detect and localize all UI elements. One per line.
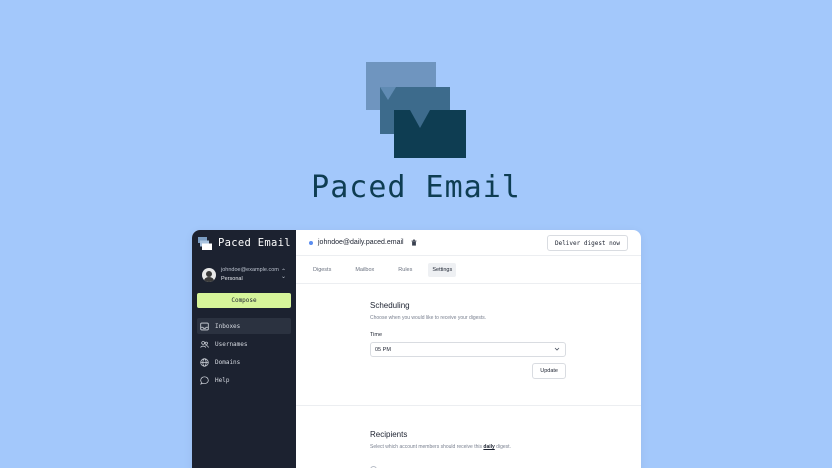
account-switcher[interactable]: johndoe@example.com Personal ⌃ ⌄ [192,265,296,285]
main-panel: johndoe@daily.paced.email Deliver digest… [296,230,641,468]
scheduling-description: Choose when you would like to receive yo… [370,315,487,321]
help-bubble-icon [200,375,209,385]
tab-bar: Digests Mailbox Rules Settings [296,256,641,284]
mailbox-address: johndoe@daily.paced.email [318,239,404,246]
sidebar-item-label: Usernames [215,340,248,348]
sidebar-item-label: Inboxes [215,322,241,330]
brand[interactable]: Paced Email [192,230,296,256]
recipients-title: Recipients [370,430,408,439]
mailbox-header: johndoe@daily.paced.email Deliver digest… [296,230,641,256]
avatar [202,268,216,282]
tab-mailbox[interactable]: Mailbox [351,263,378,277]
tab-digests[interactable]: Digests [309,263,335,277]
sidebar-item-inboxes[interactable]: Inboxes [197,318,291,334]
account-email: johndoe@example.com [221,267,279,273]
tab-settings[interactable]: Settings [428,262,457,277]
tab-rules[interactable]: Rules [394,263,416,277]
brand-name: Paced Email [218,237,291,249]
scheduling-section: Scheduling Choose when you would like to… [370,301,566,379]
section-divider [296,405,641,406]
users-icon [200,340,209,348]
recipients-description: Select which account members should rece… [370,444,566,450]
brand-logo-icon [198,236,212,250]
sidebar-item-domains[interactable]: Domains [197,354,291,370]
time-label: Time [370,332,383,338]
recipients-desc-text-end: digest. [494,444,511,450]
status-dot-icon [309,240,313,245]
app-window: Paced Email johndoe@example.com Personal… [192,230,641,468]
chevron-down-icon [554,347,560,351]
hero-title: Paced Email [311,170,521,205]
sidebar-item-label: Domains [215,358,241,366]
sidebar: Paced Email johndoe@example.com Personal… [192,230,296,468]
sidebar-item-label: Help [215,376,230,384]
sidebar-nav: Inboxes Usernames Domains Help [192,318,296,388]
recipients-section: Recipients Select which account members … [370,430,566,450]
recipients-desc-text: Select which account members should rece… [370,444,484,450]
update-button[interactable]: Update [532,363,566,379]
daily-link[interactable]: daily [483,444,494,450]
account-type: Personal [221,275,243,282]
deliver-digest-button[interactable]: Deliver digest now [546,235,628,251]
inbox-icon [200,322,209,330]
paced-email-logo [366,62,466,158]
sidebar-item-help[interactable]: Help [197,372,291,388]
scheduling-title: Scheduling [370,301,410,310]
chevron-up-down-icon: ⌃ ⌄ [280,269,286,280]
time-select[interactable]: 05 PM [370,342,566,357]
globe-icon [200,357,209,367]
sidebar-item-usernames[interactable]: Usernames [197,336,291,352]
compose-button[interactable]: Compose [197,293,291,308]
trash-icon[interactable] [411,239,417,246]
time-select-value: 05 PM [375,346,391,353]
